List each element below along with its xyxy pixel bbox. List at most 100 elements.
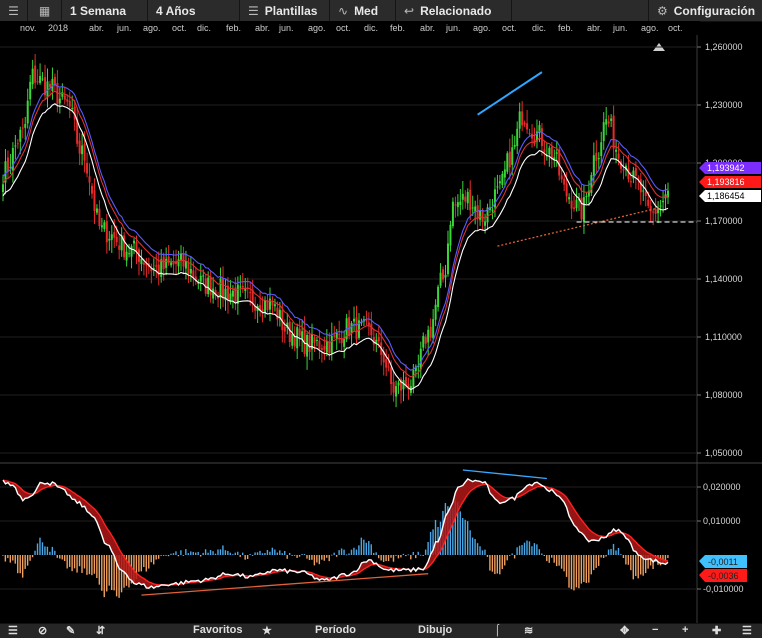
candle-body [511, 147, 514, 165]
back-arrow-icon: ↩ [404, 3, 415, 18]
histogram-bar [464, 519, 466, 555]
crosshair-icon[interactable]: ✚ [712, 624, 721, 637]
crosshair-move-icon[interactable]: ✥ [620, 624, 629, 637]
candle-body [353, 318, 356, 322]
histogram-bar [2, 555, 4, 556]
histogram-bar [333, 552, 335, 555]
no-entry-icon[interactable]: ⊘ [38, 624, 47, 637]
layout-button[interactable]: ▦ [28, 0, 62, 21]
candle-body [496, 186, 499, 188]
med-button[interactable]: ∿ Med [330, 0, 396, 21]
histogram-bar [360, 537, 363, 555]
candle-body [521, 111, 524, 126]
candle-body [68, 100, 71, 107]
histogram-bar [343, 549, 345, 555]
candle-body [582, 197, 585, 223]
histogram-bar [17, 555, 19, 574]
menu-button[interactable]: ☰ [0, 0, 28, 21]
candle-body [81, 145, 84, 155]
histogram-bar [625, 555, 627, 565]
candle-body [602, 122, 605, 142]
x-tick-label: ago. [641, 23, 659, 33]
candle-body [333, 335, 336, 337]
list-icon[interactable]: ☰ [8, 624, 18, 637]
moving-average-red [2, 90, 669, 378]
histogram-bar [385, 555, 387, 562]
histogram-bar [256, 552, 259, 555]
candle-body [330, 335, 333, 354]
candle-body [78, 140, 81, 154]
settings-button[interactable]: ⚙ Configuración [648, 0, 762, 21]
candle-body [479, 210, 482, 220]
templates-button[interactable]: ☰ Plantillas [240, 0, 330, 21]
up-down-icon[interactable]: ⇵ [96, 624, 105, 637]
candle-body [657, 209, 660, 214]
zoom-in-icon[interactable]: + [682, 624, 688, 636]
zoom-out-icon[interactable]: − [652, 624, 658, 636]
histogram-bar [73, 555, 76, 569]
histogram-bar [14, 555, 16, 564]
list-alt-icon[interactable]: ☰ [742, 624, 752, 637]
interval-selector[interactable]: 1 Semana [62, 0, 148, 21]
price-badge-label: 1,186454 [707, 191, 745, 201]
histogram-bar [612, 543, 615, 555]
candle-body [192, 270, 195, 278]
candle-body [622, 169, 625, 171]
histogram-bar [113, 555, 115, 591]
favorites-button[interactable]: Favoritos [193, 624, 243, 636]
period-button[interactable]: Período [315, 624, 356, 636]
candle-body [484, 221, 487, 226]
histogram-bar [422, 555, 424, 556]
histogram-bar [526, 540, 528, 555]
histogram-bar [44, 546, 46, 555]
histogram-bar [573, 555, 575, 591]
histogram-bar [175, 551, 177, 555]
pencil-icon[interactable]: ✎ [66, 624, 75, 637]
histogram-bar [207, 552, 209, 555]
star-icon[interactable]: ★ [262, 624, 272, 637]
histogram-bar [64, 555, 66, 562]
x-tick-label: ago. [308, 23, 326, 33]
candle-body [617, 153, 620, 159]
histogram-bar [259, 550, 261, 555]
histogram-bar [316, 555, 318, 563]
drawing-button[interactable]: Dibujo [418, 624, 452, 636]
histogram-bar [266, 550, 269, 555]
candle-body [231, 290, 234, 297]
candle-body [343, 338, 346, 347]
x-tick-label: nov. [20, 23, 37, 33]
candle-body [264, 300, 267, 313]
price-badge: 1,186454 [699, 190, 761, 202]
candle-body [568, 197, 571, 200]
histogram-bar [177, 555, 180, 557]
candle-body [241, 285, 244, 288]
candle-body [659, 205, 662, 207]
candle-body [160, 259, 163, 278]
chart-canvas[interactable]: 1,2600001,2300001,2000001,1700001,140000… [0, 35, 762, 623]
histogram-bar [496, 555, 499, 574]
candle-body [103, 222, 106, 229]
histogram-bar [504, 555, 506, 566]
wave-icon[interactable]: ≋ [524, 624, 533, 637]
candle-body [607, 121, 610, 124]
candle-body [424, 336, 427, 344]
histogram-bar [106, 555, 108, 592]
histogram-bar [531, 546, 533, 555]
histogram-bar [615, 550, 617, 555]
candle-body [179, 253, 182, 261]
candle-body [481, 210, 484, 222]
histogram-bar [190, 551, 192, 555]
histogram-bar [588, 555, 590, 583]
histogram-bar [204, 549, 207, 555]
candle-body [273, 304, 276, 307]
histogram-bar [71, 555, 73, 572]
range-selector[interactable]: 4 Años [148, 0, 240, 21]
histogram-bar [61, 555, 63, 560]
related-button[interactable]: ↩ Relacionado [396, 0, 512, 21]
x-tick-label: jun. [446, 23, 461, 33]
candle-body [615, 149, 618, 152]
histogram-bar [415, 555, 417, 559]
fibonacci-icon[interactable]: ⌠ [494, 624, 501, 636]
top-toolbar: ☰ ▦ 1 Semana 4 Años ☰ Plantillas ∿ Med ↩… [0, 0, 762, 22]
macd-tick-label: 0,010000 [703, 516, 741, 526]
